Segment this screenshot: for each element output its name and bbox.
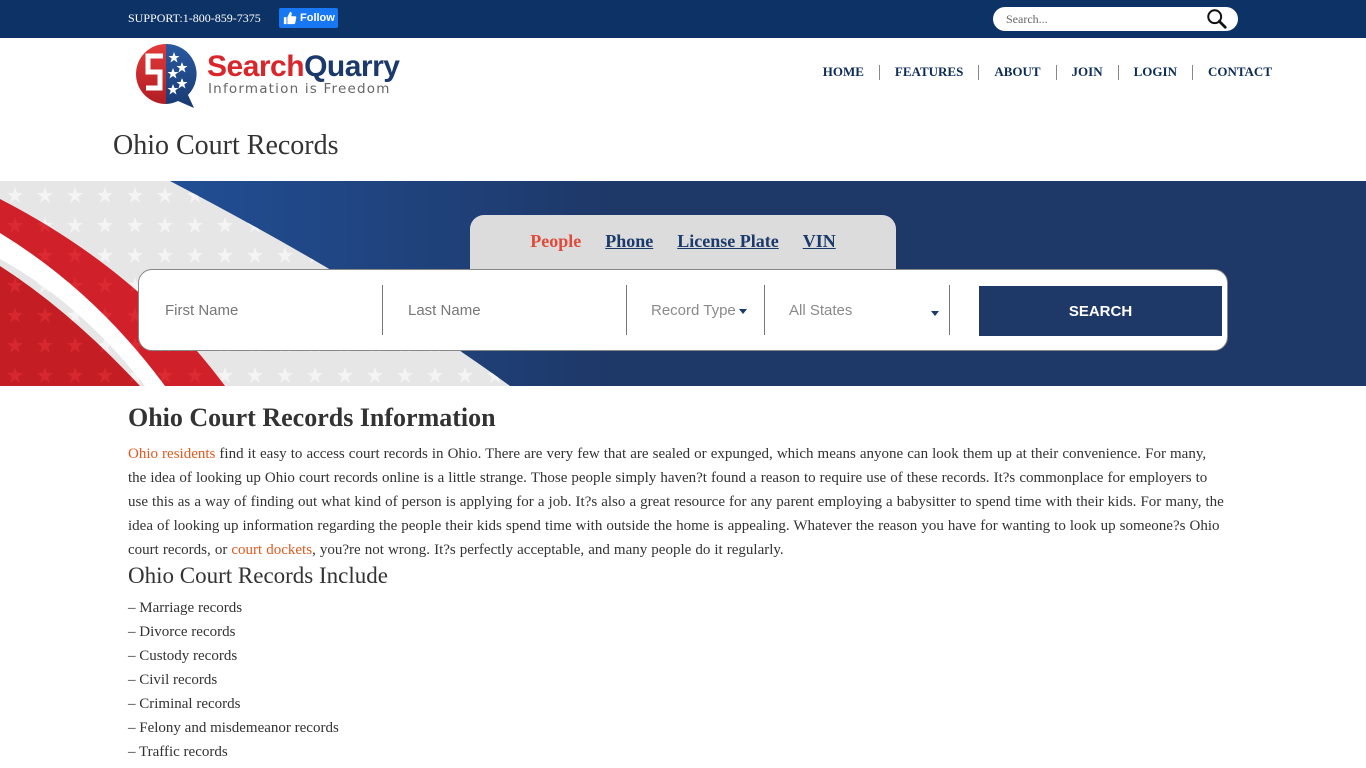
state-select[interactable]: All States (789, 285, 939, 335)
follow-label: Follow (300, 12, 335, 24)
record-type-select[interactable]: Record Type (651, 285, 769, 335)
brand-part-quarry: Quarry (304, 50, 400, 83)
brand-part-search: Search (207, 50, 305, 83)
last-name-field (408, 285, 618, 335)
section-heading: Ohio Court Records Information (128, 403, 496, 432)
list-item: – Criminal records (128, 696, 241, 712)
people-search-form: Record Type All States SEARCH (138, 269, 1228, 351)
chevron-down-icon (738, 309, 747, 314)
search-button[interactable]: SEARCH (979, 286, 1222, 336)
last-name-input[interactable] (408, 301, 618, 319)
search-tabs: People Phone License Plate VIN (470, 215, 896, 271)
field-divider (949, 285, 950, 335)
field-divider (764, 285, 765, 335)
list-item: – Felony and misdemeanor records (128, 720, 339, 736)
list-item: – Marriage records (128, 600, 243, 616)
nav-join[interactable]: JOIN (1057, 64, 1118, 80)
record-type-value: Record Type (651, 301, 736, 319)
thumbs-up-icon (283, 11, 297, 25)
list-item: – Custody records (128, 648, 238, 664)
field-divider (626, 285, 627, 335)
nav-features[interactable]: FEATURES (880, 64, 978, 80)
first-name-input[interactable] (165, 301, 375, 319)
chevron-down-icon (931, 311, 939, 316)
facebook-follow-button[interactable]: Follow (279, 8, 338, 28)
nav-about[interactable]: ABOUT (979, 64, 1055, 80)
state-value: All States (789, 301, 853, 319)
tab-people[interactable]: People (530, 231, 581, 253)
nav-login[interactable]: LOGIN (1119, 64, 1192, 80)
list-item: – Traffic records (128, 744, 228, 760)
tab-phone[interactable]: Phone (605, 231, 653, 253)
main-nav: HOME FEATURES ABOUT JOIN LOGIN CONTACT (808, 64, 1272, 80)
site-search-input[interactable] (1006, 10, 1196, 28)
records-list: – Marriage records – Divorce records – C… (128, 596, 1228, 764)
list-item: – Divorce records (128, 624, 236, 640)
first-name-field (165, 285, 375, 335)
site-search (993, 7, 1238, 31)
field-divider (382, 285, 383, 335)
paragraph-text: , you?re not wrong. It?s perfectly accep… (312, 542, 784, 558)
support-phone: SUPPORT:1-800-859-7375 (128, 11, 261, 25)
brand-name: SearchQuarry (207, 50, 400, 84)
site-logo[interactable]: SearchQuarry Information is Freedom (130, 40, 430, 112)
page-title: Ohio Court Records (113, 130, 339, 161)
tab-license-plate[interactable]: License Plate (677, 231, 778, 253)
nav-contact[interactable]: CONTACT (1193, 64, 1272, 80)
intro-paragraph: Ohio residents find it easy to access co… (128, 442, 1228, 562)
top-bar: SUPPORT:1-800-859-7375 Follow (0, 0, 1366, 38)
list-item: – Civil records (128, 672, 218, 688)
records-include-heading: Ohio Court Records Include (128, 563, 388, 588)
search-icon[interactable] (1206, 8, 1228, 30)
court-dockets-link[interactable]: court dockets (231, 542, 312, 558)
nav-home[interactable]: HOME (808, 64, 879, 80)
ohio-residents-link[interactable]: Ohio residents (128, 446, 215, 462)
main-content: Ohio Court Records Information Ohio resi… (128, 403, 1228, 764)
tab-vin[interactable]: VIN (803, 231, 836, 253)
logo-emblem-icon (136, 43, 197, 108)
brand-tagline: Information is Freedom (208, 81, 391, 97)
